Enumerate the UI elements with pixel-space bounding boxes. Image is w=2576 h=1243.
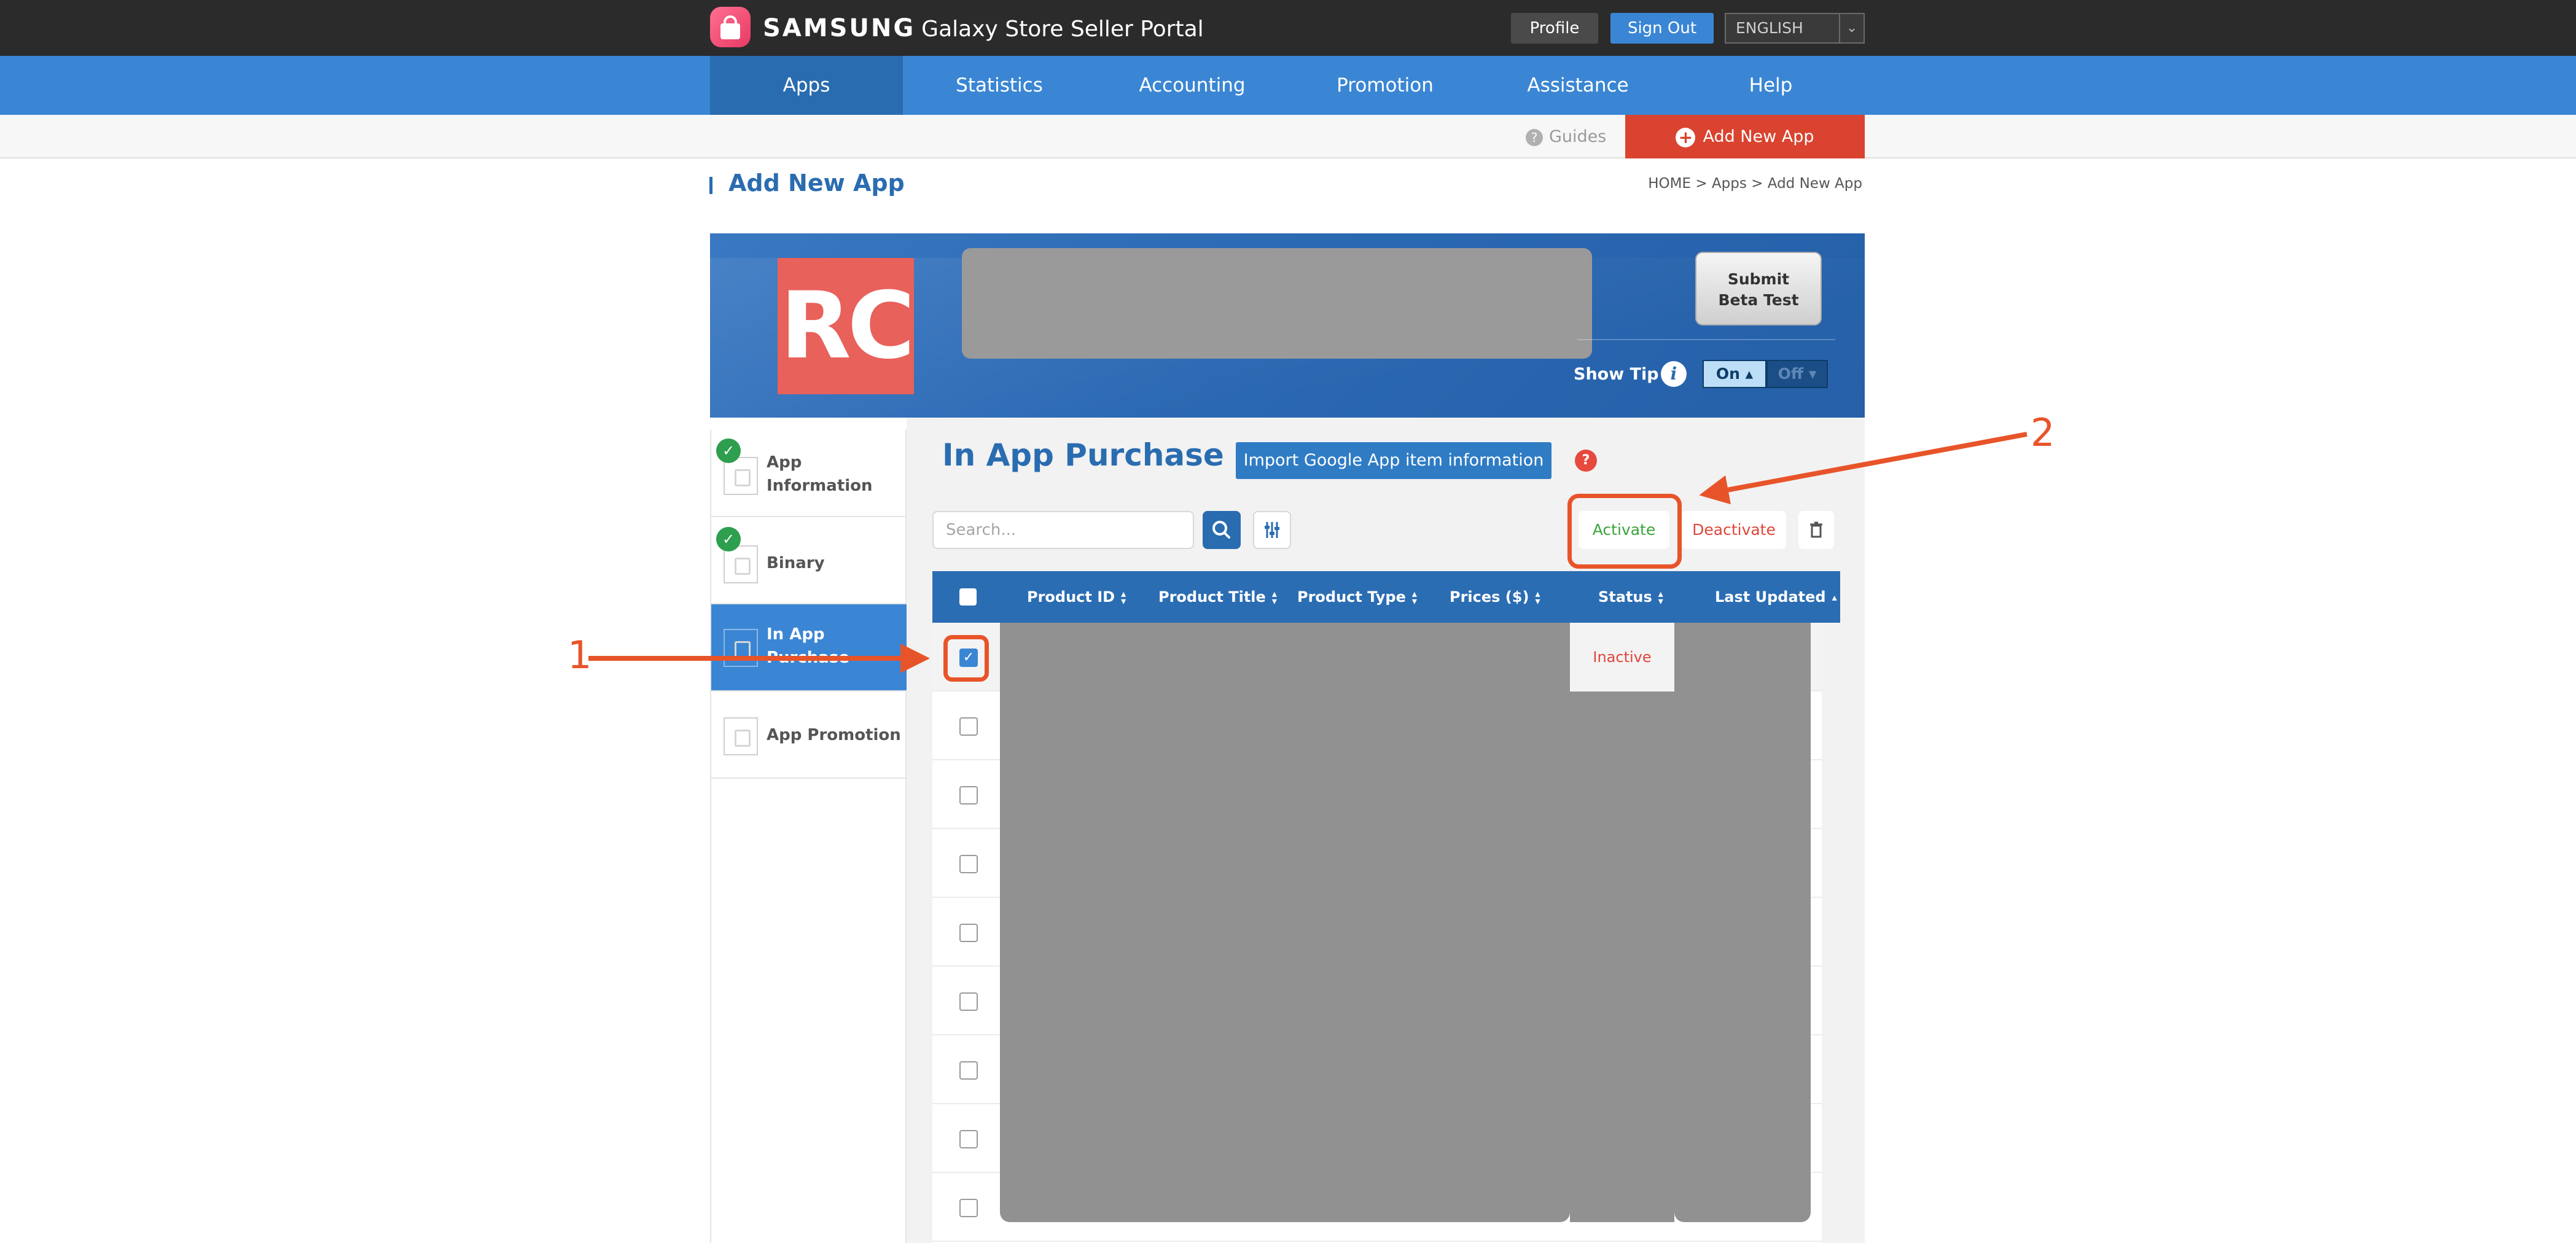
row-checkbox[interactable] [959,786,978,805]
search-input[interactable]: Search... [932,511,1194,549]
column-label: Product ID [1027,588,1115,606]
sidebar-item-label: App Information [767,453,873,495]
status-badge: Inactive [1570,623,1674,692]
show-tip-on-toggle[interactable]: On ▴ [1703,360,1766,388]
annotation-number-2: 2 [2031,410,2055,455]
beta-line-2: Beta Test [1718,291,1799,309]
import-google-items-button[interactable]: Import Google App item information [1236,442,1551,479]
deactivate-button[interactable]: Deactivate [1682,511,1786,549]
column-label: Prices ($) [1450,588,1529,606]
nav-apps[interactable]: Apps [710,56,903,115]
row-checkbox[interactable] [959,1199,978,1217]
page-title: Add New App [728,170,905,197]
row-checkbox[interactable] [959,1061,978,1080]
select-all-checkbox[interactable] [959,588,977,606]
sort-icon: ▴ ▾ [1411,588,1417,607]
app-name-redacted [962,248,1592,359]
sliders-icon [1265,522,1279,538]
show-tip-label: Show Tip [1574,365,1659,384]
column-product-type[interactable]: Product Type ▴ ▾ [1297,571,1417,623]
info-icon[interactable]: i [1661,361,1687,387]
column-label: Last Updated [1715,588,1826,606]
profile-button[interactable]: Profile [1511,13,1598,44]
submit-beta-test-button[interactable]: Submit Beta Test [1695,252,1822,325]
check-icon: ✓ [716,527,741,551]
nav-promotion[interactable]: Promotion [1289,56,1481,115]
row-checkbox[interactable] [959,924,978,942]
sign-out-button[interactable]: Sign Out [1610,13,1714,44]
app-icon: RC [778,258,915,394]
trash-icon [1810,521,1822,538]
search-icon [1212,521,1230,539]
top-bar: SAMSUNG Galaxy Store Seller Portal Profil… [0,0,2576,56]
sidebar-item-app-information[interactable]: ✓ App Information [711,430,907,517]
sort-icon: ▴ [1832,591,1837,603]
redacted-row-data [1000,623,1570,1222]
guides-link[interactable]: ? Guides [1526,115,1606,158]
beta-line-1: Submit [1727,270,1790,288]
redacted-row-data [1674,623,1811,1222]
row-checkbox[interactable] [959,717,978,736]
add-new-app-label: Add New App [1703,127,1814,146]
brand-subtitle: Galaxy Store Seller Portal [921,17,1204,42]
app-steps-sidebar: ✓ App Information ✓ Binary In App Purcha… [710,430,907,1243]
plus-circle-icon: + [1676,127,1696,147]
search-button[interactable] [1203,511,1241,549]
cart-icon [724,629,758,667]
column-prices[interactable]: Prices ($) ▴ ▾ [1450,571,1540,623]
section-title: In App Purchase [942,437,1224,473]
main-nav: Apps Statistics Accounting Promotion Ass… [0,56,2576,115]
sort-icon: ▴ ▾ [1535,588,1540,607]
table-header: Product ID ▴ ▾ Product Title ▴ ▾ Product Typ… [932,571,1840,623]
delete-button[interactable] [1798,511,1834,549]
add-new-app-button[interactable]: + Add New App [1625,115,1865,158]
row-checkbox[interactable] [959,992,978,1011]
chevron-down-icon: ⌄ [1839,14,1864,42]
promotion-icon [724,717,758,755]
app-header-banner: RC Submit Beta Test Show Tip i On ▴ Off … [710,233,1865,418]
sub-nav: ? Guides + Add New App [0,115,2576,158]
sidebar-item-app-promotion[interactable]: App Promotion [711,692,907,779]
nav-statistics[interactable]: Statistics [903,56,1096,115]
annotation-highlight-activate [1567,494,1682,569]
show-tip-off-toggle[interactable]: Off ▾ [1766,360,1828,388]
breadcrumb: HOME > Apps > Add New App [1648,176,1862,192]
column-label: Product Title [1158,588,1266,606]
question-icon: ? [1526,128,1543,146]
sort-icon: ▴ ▾ [1271,588,1277,607]
column-status[interactable]: Status ▴ ▾ [1598,571,1663,623]
sidebar-item-label: Binary [767,554,825,572]
help-icon[interactable]: ? [1575,450,1597,472]
brand-samsung: SAMSUNG [763,14,916,42]
column-label: Status [1598,588,1652,606]
column-product-id[interactable]: Product ID ▴ ▾ [1027,571,1126,623]
redacted-row-data [1570,692,1674,1222]
table-scrollbar[interactable] [1822,623,1840,1243]
filter-button[interactable] [1253,511,1291,549]
galaxy-store-logo-icon[interactable] [710,7,751,47]
annotation-number-1: 1 [568,633,592,677]
language-select[interactable]: ENGLISH ⌄ [1725,13,1865,44]
nav-assistance[interactable]: Assistance [1481,56,1674,115]
sidebar-item-label: App Promotion [767,726,901,744]
check-icon: ✓ [716,438,741,463]
nav-help[interactable]: Help [1674,56,1867,115]
sidebar-item-label: In App Purchase [767,625,849,667]
sort-icon: ▴ ▾ [1121,588,1126,607]
language-value: ENGLISH [1736,19,1803,37]
sidebar-item-binary[interactable]: ✓ Binary [711,517,907,604]
guides-label: Guides [1549,127,1607,146]
column-last-updated[interactable]: Last Updated ▴ [1715,571,1837,623]
row-checkbox[interactable] [959,855,978,873]
column-label: Product Type [1297,588,1406,606]
title-accent-bar [709,177,712,194]
sort-icon: ▴ ▾ [1658,588,1663,607]
brand-title[interactable]: SAMSUNG Galaxy Store Seller Portal [763,12,1204,44]
nav-accounting[interactable]: Accounting [1096,56,1289,115]
annotation-highlight-checkbox [943,635,989,682]
sidebar-item-in-app-purchase[interactable]: In App Purchase [711,604,907,692]
row-checkbox[interactable] [959,1130,978,1148]
column-product-title[interactable]: Product Title ▴ ▾ [1158,571,1277,623]
